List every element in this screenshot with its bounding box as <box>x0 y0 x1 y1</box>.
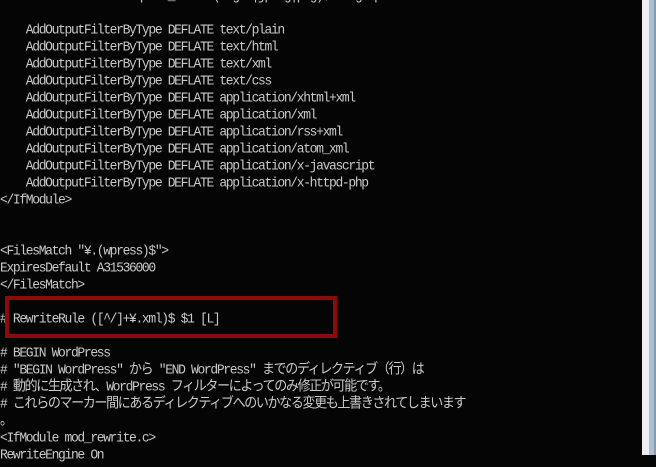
code-line: AddOutputFilterByType DEFLATE applicatio… <box>0 140 350 157</box>
code-line: </IfModule> <box>0 191 72 208</box>
code-line: </FilesMatch> <box>0 276 85 293</box>
code-line: AddOutputFilterByType DEFLATE text/html <box>0 38 279 55</box>
scrollbar-track[interactable] <box>642 0 649 455</box>
code-line: AddOutputFilterByType DEFLATE text/plain <box>0 21 285 38</box>
code-line: # 動的に生成され、WordPress フィルターによってのみ修正が可能です。 <box>0 378 391 395</box>
text-editor[interactable]: SetEnvIfNoCase Request_URI ¥.(?:gif|jpe?… <box>0 0 642 467</box>
code-line: AddOutputFilterByType DEFLATE text/css <box>0 72 273 89</box>
code-line: AddOutputFilterByType DEFLATE applicatio… <box>0 89 356 106</box>
code-line: # "BEGIN WordPress" から "END WordPress" ま… <box>0 361 425 378</box>
code-line: ExpiresDefault A31536000 <box>0 259 156 276</box>
highlight-box <box>5 296 337 338</box>
code-line: <IfModule mod_rewrite.c> <box>0 429 156 446</box>
code-line: 。 <box>0 412 13 429</box>
code-line: # これらのマーカー間にあるディレクティブへのいかなる変更も上書きされてしまいま… <box>0 395 467 412</box>
code-line: # BEGIN WordPress <box>0 344 111 361</box>
code-line: AddOutputFilterByType DEFLATE text/xml <box>0 55 273 72</box>
code-line: AddOutputFilterByType DEFLATE applicatio… <box>0 123 343 140</box>
code-line: <FilesMatch "¥.(wpress)$"> <box>0 242 169 259</box>
code-line: AddOutputFilterByType DEFLATE applicatio… <box>0 106 318 123</box>
code-line: AddOutputFilterByType DEFLATE applicatio… <box>0 157 376 174</box>
code-line: AddOutputFilterByType DEFLATE applicatio… <box>0 174 369 191</box>
